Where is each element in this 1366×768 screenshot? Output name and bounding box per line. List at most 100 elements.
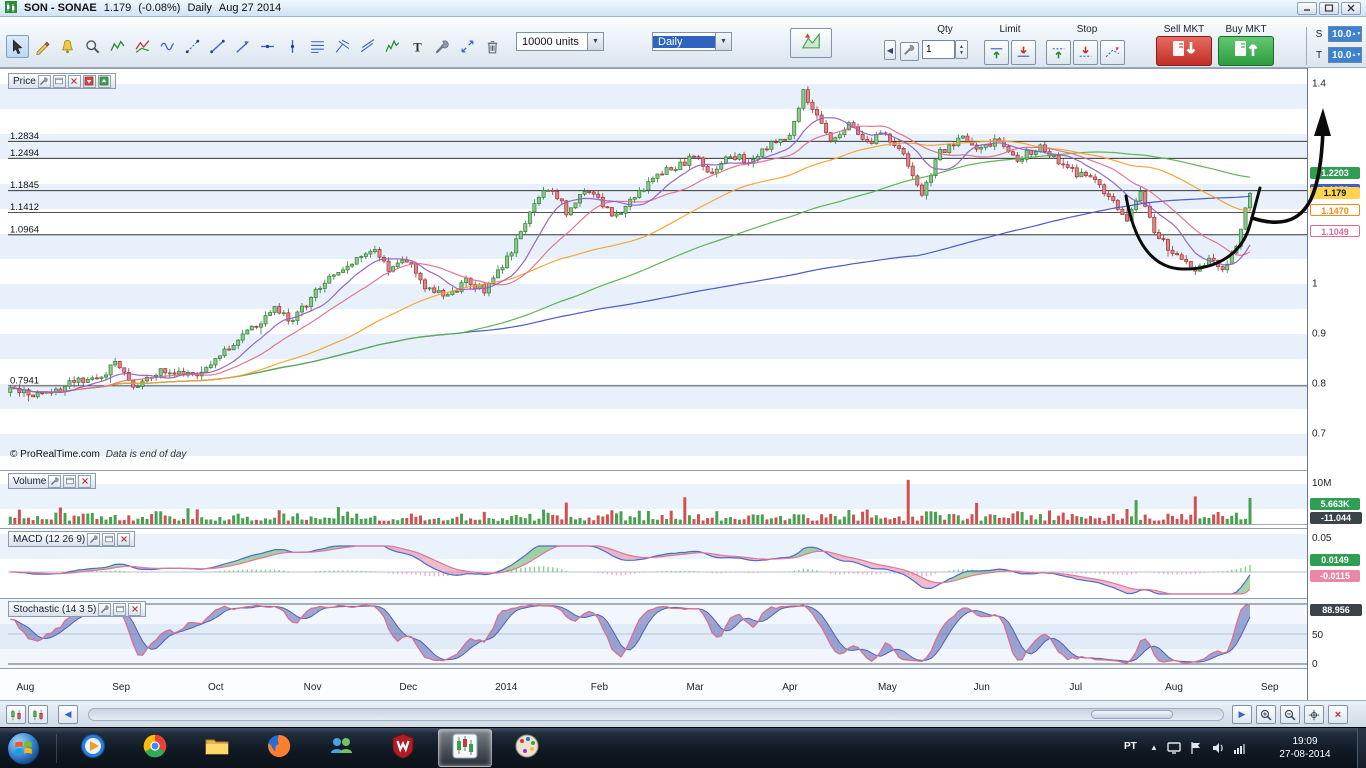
taskbar-app-chrome[interactable] bbox=[128, 729, 182, 767]
zoom-out-button[interactable] bbox=[1280, 705, 1300, 724]
tool-alert-icon[interactable] bbox=[56, 35, 79, 58]
tool-zoom-icon[interactable] bbox=[81, 35, 104, 58]
chart-style-icon bbox=[799, 30, 823, 57]
language-indicator[interactable]: PT bbox=[1124, 741, 1137, 752]
buy-stop-button[interactable] bbox=[1046, 40, 1071, 65]
symbol-title: SON - SONAE bbox=[24, 2, 97, 14]
tool-ray-icon[interactable] bbox=[231, 35, 254, 58]
timeframe-select[interactable]: Daily ▼ bbox=[652, 32, 732, 51]
volume-detach-button[interactable] bbox=[63, 475, 76, 488]
candle-zoom-preset-button[interactable] bbox=[28, 705, 48, 724]
chevron-down-icon[interactable]: ▼ bbox=[587, 33, 603, 50]
taskbar-app-mcafee[interactable] bbox=[376, 729, 430, 767]
volume-pane-title: Volume bbox=[13, 476, 46, 487]
tool-wrench-icon[interactable] bbox=[431, 35, 454, 58]
chart-pane-price[interactable] bbox=[0, 68, 1307, 466]
tool-zigzag-multi-icon[interactable] bbox=[106, 35, 129, 58]
volume-close-button[interactable] bbox=[78, 475, 91, 488]
tool-text-icon[interactable]: T bbox=[406, 35, 429, 58]
taskbar-app-paint[interactable] bbox=[500, 729, 554, 767]
qty-input[interactable]: 1 bbox=[922, 40, 955, 59]
macd-pane-title: MACD (12 26 9) bbox=[13, 534, 85, 545]
qty-stepper[interactable]: ▲▼ bbox=[955, 40, 968, 59]
macd-detach-button[interactable] bbox=[102, 533, 115, 546]
tool-pitchfork-icon[interactable] bbox=[331, 35, 354, 58]
tray-network-icon[interactable] bbox=[1232, 740, 1248, 756]
show-desktop-button[interactable] bbox=[1357, 728, 1366, 768]
tool-vline-icon[interactable] bbox=[281, 35, 304, 58]
price-close-button[interactable] bbox=[68, 75, 81, 88]
tray-flag-icon[interactable] bbox=[1188, 740, 1204, 756]
chart-pane-stochastic[interactable] bbox=[0, 598, 1307, 668]
sell-market-button[interactable] bbox=[1156, 36, 1212, 66]
trade-settings-button[interactable] bbox=[900, 42, 919, 61]
trailing-stop-button[interactable] bbox=[1100, 40, 1125, 65]
wrench-icon bbox=[903, 43, 916, 61]
scroll-right-button[interactable]: ▶ bbox=[1232, 705, 1252, 724]
tool-elliott-icon[interactable] bbox=[381, 35, 404, 58]
buy-market-button[interactable] bbox=[1218, 36, 1274, 66]
last-price: 1.179 bbox=[104, 2, 132, 14]
media-player-icon bbox=[78, 731, 108, 766]
chart-scrollbar[interactable] bbox=[88, 708, 1224, 721]
chart-scrollbar-thumb[interactable] bbox=[1091, 710, 1173, 719]
tool-trendline-icon[interactable] bbox=[206, 35, 229, 58]
taskbar-app-media-player[interactable] bbox=[66, 729, 120, 767]
tool-wave-icon[interactable] bbox=[156, 35, 179, 58]
tool-zigzag-rg-icon[interactable] bbox=[131, 35, 154, 58]
buy-limit-button[interactable] bbox=[984, 40, 1009, 65]
tool-trash-icon[interactable] bbox=[481, 35, 504, 58]
tool-fibonacci-icon[interactable] bbox=[306, 35, 329, 58]
chart-pane-macd[interactable] bbox=[0, 528, 1307, 596]
macd-close-button[interactable] bbox=[117, 533, 130, 546]
price-detach-button[interactable] bbox=[53, 75, 66, 88]
macd-settings-button[interactable] bbox=[87, 533, 100, 546]
svg-text:T: T bbox=[413, 40, 422, 54]
tool-arrows-icon[interactable] bbox=[456, 35, 479, 58]
price-axis[interactable]: 10M 5.663K -11.044 0.05 0.0149 -0.0115 8… bbox=[1307, 68, 1366, 700]
target-offset-input[interactable]: 10.0▲▼ bbox=[1328, 47, 1362, 63]
stop-offset-input[interactable]: 10.0▲▼ bbox=[1328, 26, 1362, 42]
tool-pencil-icon[interactable] bbox=[31, 35, 54, 58]
prorealtime-icon bbox=[450, 731, 480, 766]
stochastic-close-button[interactable] bbox=[128, 603, 141, 616]
tool-hline-icon[interactable] bbox=[256, 35, 279, 58]
stochastic-settings-button[interactable] bbox=[98, 603, 111, 616]
macd-last-badge: 0.0149 bbox=[1310, 554, 1360, 566]
scroll-left-button[interactable]: ◀ bbox=[58, 705, 78, 724]
tool-trend-dotted-icon[interactable] bbox=[181, 35, 204, 58]
tray-monitor-icon[interactable] bbox=[1166, 740, 1182, 756]
chart-style-button[interactable] bbox=[790, 28, 832, 58]
x-axis-month-label: May bbox=[878, 682, 897, 693]
tray-expand-icon[interactable]: ▲ bbox=[1150, 743, 1158, 752]
minimize-button[interactable] bbox=[1297, 2, 1317, 15]
clock-date: 27-08-2014 bbox=[1258, 748, 1352, 761]
sell-limit-button[interactable] bbox=[1011, 40, 1036, 65]
chart-pane-volume[interactable] bbox=[0, 470, 1307, 526]
chevron-down-icon[interactable]: ▼ bbox=[715, 33, 731, 50]
taskbar-app-firefox[interactable] bbox=[252, 729, 306, 767]
reset-zoom-button[interactable]: × bbox=[1328, 705, 1348, 724]
collapse-trade-panel-button[interactable]: ◀ bbox=[884, 40, 896, 60]
tray-speaker-icon[interactable] bbox=[1210, 740, 1226, 756]
price-sell-shortcut-icon[interactable] bbox=[83, 75, 96, 88]
zoom-in-button[interactable] bbox=[1256, 705, 1276, 724]
tool-cursor-icon[interactable] bbox=[6, 35, 29, 58]
close-button[interactable] bbox=[1341, 2, 1361, 15]
volume-settings-button[interactable] bbox=[48, 475, 61, 488]
taskbar-app-explorer[interactable] bbox=[190, 729, 244, 767]
x-axis-month-label: Dec bbox=[399, 682, 417, 693]
price-buy-shortcut-icon[interactable] bbox=[98, 75, 111, 88]
maximize-button[interactable] bbox=[1319, 2, 1339, 15]
taskbar-app-prorealtime[interactable] bbox=[438, 729, 492, 767]
crosshair-button[interactable] bbox=[1304, 705, 1324, 724]
start-button[interactable] bbox=[6, 731, 41, 768]
tool-channel-icon[interactable] bbox=[356, 35, 379, 58]
candle-display-button[interactable] bbox=[6, 705, 26, 724]
stochastic-detach-button[interactable] bbox=[113, 603, 126, 616]
taskbar-app-messenger[interactable] bbox=[314, 729, 368, 767]
taskbar-clock[interactable]: 19:09 27-08-2014 bbox=[1258, 735, 1352, 761]
sell-stop-button[interactable] bbox=[1073, 40, 1098, 65]
price-settings-button[interactable] bbox=[38, 75, 51, 88]
units-select[interactable]: 10000 units ▼ bbox=[516, 32, 604, 51]
